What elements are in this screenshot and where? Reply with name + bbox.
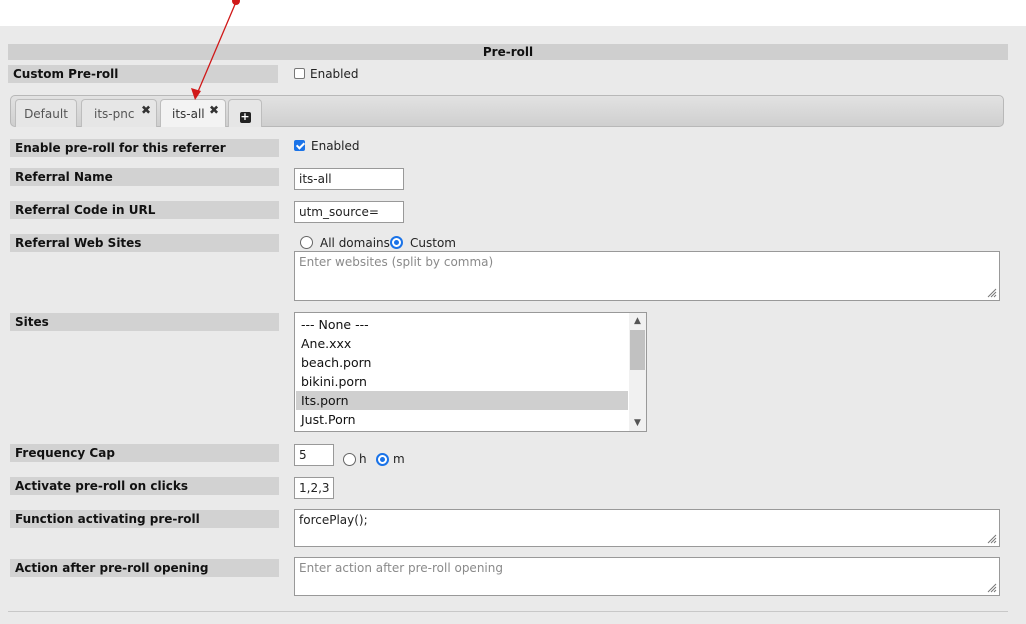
annotation-arrow-icon [191, 0, 240, 100]
